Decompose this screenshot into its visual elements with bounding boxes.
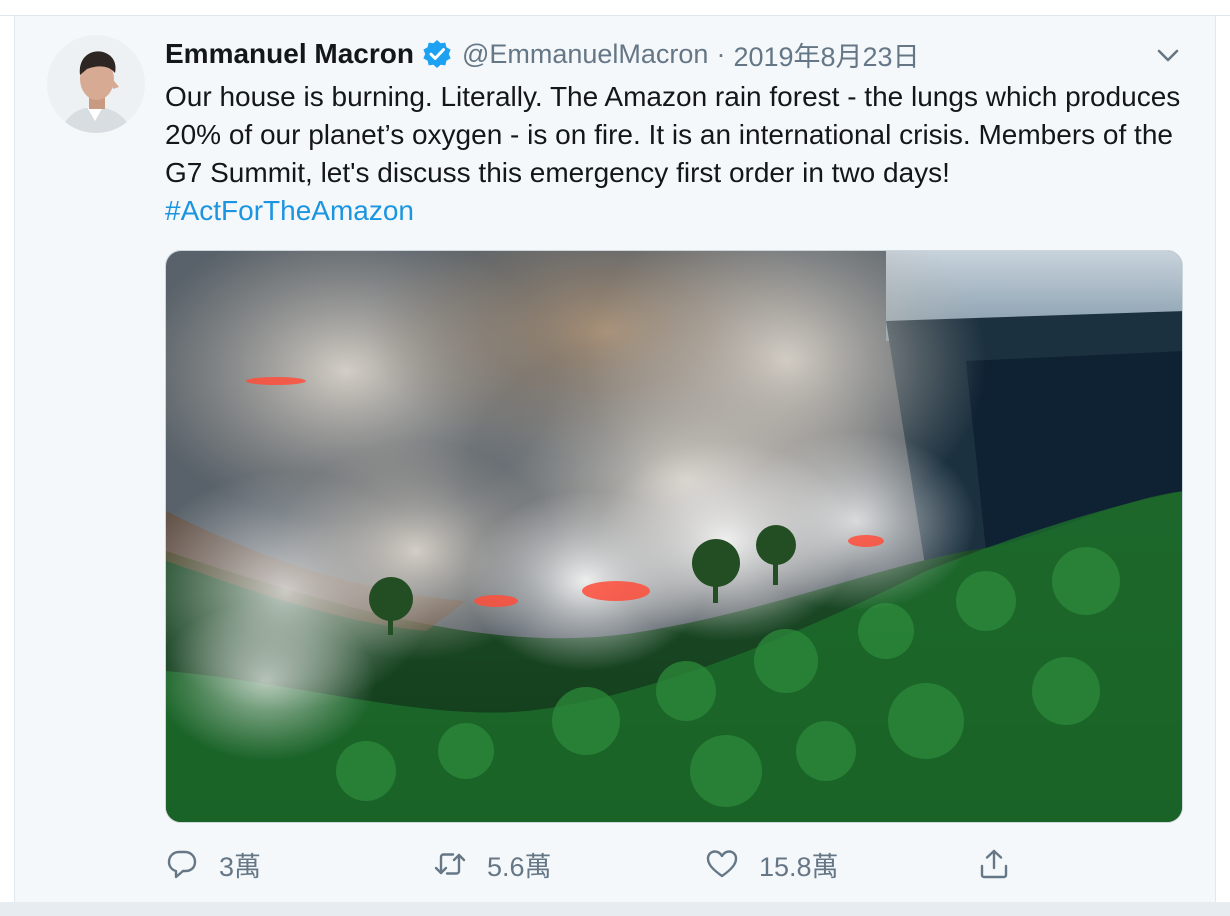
retweet-icon <box>433 847 467 881</box>
like-count: 15.8萬 <box>759 851 839 882</box>
tweet-actions: 3萬 5.6萬 15.8萬 <box>165 842 1195 886</box>
tweet-body: Our house is burning. Literally. The Ama… <box>165 81 1181 188</box>
tweet-photo[interactable] <box>165 250 1183 823</box>
reply-icon <box>165 847 199 881</box>
tweet-text: Our house is burning. Literally. The Ama… <box>165 78 1195 230</box>
verified-badge-icon <box>422 39 452 69</box>
author-handle[interactable]: @EmmanuelMacron <box>462 39 709 70</box>
reply-count: 3萬 <box>219 851 262 882</box>
page-top-border <box>0 0 1230 16</box>
tweet-card[interactable]: Emmanuel Macron @EmmanuelMacron · 2019年8… <box>14 16 1216 902</box>
share-icon <box>977 847 1011 881</box>
hashtag-link[interactable]: #ActForTheAmazon <box>165 195 414 226</box>
separator-dot: · <box>716 38 726 69</box>
heart-icon <box>705 847 739 881</box>
reply-button[interactable]: 3萬 <box>165 842 261 886</box>
avatar[interactable] <box>47 35 145 133</box>
tweet-date[interactable]: 2019年8月23日 <box>733 35 919 74</box>
retweet-button[interactable]: 5.6萬 <box>433 842 552 886</box>
chevron-down-icon[interactable] <box>1153 40 1183 70</box>
timeline-divider <box>0 902 1230 916</box>
like-button[interactable]: 15.8萬 <box>705 842 839 886</box>
tweet-header: Emmanuel Macron @EmmanuelMacron · 2019年8… <box>165 36 920 72</box>
retweet-count: 5.6萬 <box>487 851 552 882</box>
author-name[interactable]: Emmanuel Macron <box>165 38 414 70</box>
share-button[interactable] <box>977 842 1011 886</box>
